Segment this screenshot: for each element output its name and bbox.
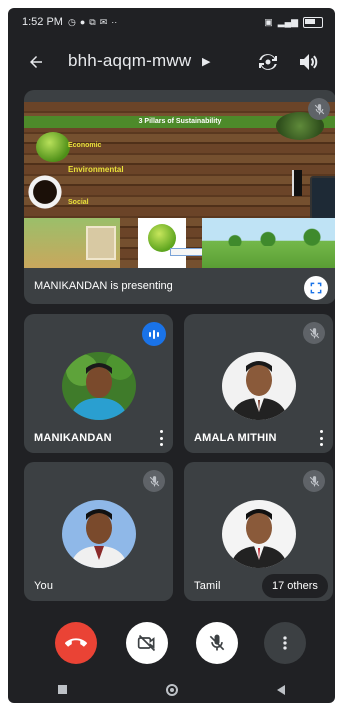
more-options-button[interactable]: [264, 622, 306, 664]
status-extra: ··: [111, 17, 118, 27]
camera-toggle-button[interactable]: [126, 622, 168, 664]
signal-icon: ▂▄▆: [277, 16, 298, 27]
more-vert-icon[interactable]: [316, 430, 326, 446]
home-icon[interactable]: [165, 683, 178, 696]
phone-screen: 1:52 PM ◷ ● ⧉ ✉ ·· ▣ ▂▄▆ bhh-aqqm-mww ▶: [8, 8, 335, 703]
participant-name: You: [34, 580, 54, 592]
tablet-image: [310, 176, 335, 220]
mic-off-icon: [303, 470, 325, 492]
participant-tile[interactable]: MANIKANDAN: [24, 314, 173, 453]
presenting-label: MANIKANDAN is presenting: [34, 280, 173, 292]
others-count-badge[interactable]: 17 others: [262, 574, 328, 598]
cast-icon: ⧉: [89, 16, 96, 27]
participant-tile[interactable]: You: [24, 462, 173, 601]
mic-off-icon: [308, 98, 330, 120]
presentation-tile[interactable]: 3 Pillars of Sustainability Economic Env…: [24, 90, 335, 304]
pillar-economic: Economic: [68, 142, 102, 149]
recents-icon[interactable]: [57, 685, 67, 694]
avatar: [222, 500, 296, 568]
participant-name: AMALA MITHIN: [194, 432, 277, 444]
trees-image: [224, 224, 334, 246]
meeting-topbar: bhh-aqqm-mww ▶: [8, 42, 335, 82]
mic-toggle-button[interactable]: [196, 622, 238, 664]
participant-tile[interactable]: Tamil 17 others: [184, 462, 333, 601]
speaking-indicator-icon: [142, 322, 166, 346]
back-arrow-icon[interactable]: [24, 50, 48, 74]
apple-image: [36, 132, 70, 162]
system-nav-bar: [8, 676, 335, 703]
end-call-button[interactable]: [55, 622, 97, 664]
fullscreen-icon[interactable]: [304, 276, 328, 300]
pillar-social: Social: [68, 199, 89, 206]
status-bar: 1:52 PM ◷ ● ⧉ ✉ ·· ▣ ▂▄▆: [8, 8, 335, 36]
notification-icons: ◷ ● ⧉ ✉ ··: [68, 17, 117, 28]
avatar: [62, 500, 136, 568]
mic-off-icon: [303, 322, 325, 344]
call-end-icon: [65, 638, 87, 647]
sim-icon: ▣: [264, 16, 273, 27]
participant-name: Tamil: [194, 580, 221, 592]
avatar: [222, 352, 296, 420]
more-vert-icon[interactable]: [156, 430, 166, 446]
flip-camera-icon[interactable]: [256, 50, 280, 74]
record-icon: ●: [79, 17, 86, 27]
mic-off-icon: [209, 634, 225, 651]
message-icon: ✉: [99, 16, 108, 27]
shared-slide: 3 Pillars of Sustainability Economic Env…: [24, 102, 335, 268]
photo-frame-image: [86, 226, 116, 260]
back-icon[interactable]: [277, 684, 286, 695]
battery-icon: [303, 16, 323, 28]
participant-tile[interactable]: AMALA MITHIN: [184, 314, 333, 453]
meeting-code[interactable]: bhh-aqqm-mww: [68, 51, 191, 71]
status-time: 1:52 PM: [22, 16, 63, 28]
avatar: [62, 352, 136, 420]
speaker-icon[interactable]: [296, 50, 320, 74]
alarm-icon: ◷: [67, 16, 76, 27]
coffee-cup-image: [24, 172, 66, 212]
video-off-icon: [137, 634, 156, 652]
lamp-image: [292, 170, 302, 196]
chevron-right-icon[interactable]: ▶: [202, 55, 210, 68]
pillar-environmental: Environmental: [68, 165, 124, 174]
mic-off-icon: [143, 470, 165, 492]
more-vert-icon: [283, 636, 287, 650]
call-controls: [8, 618, 335, 668]
participant-name: MANIKANDAN: [34, 432, 112, 444]
